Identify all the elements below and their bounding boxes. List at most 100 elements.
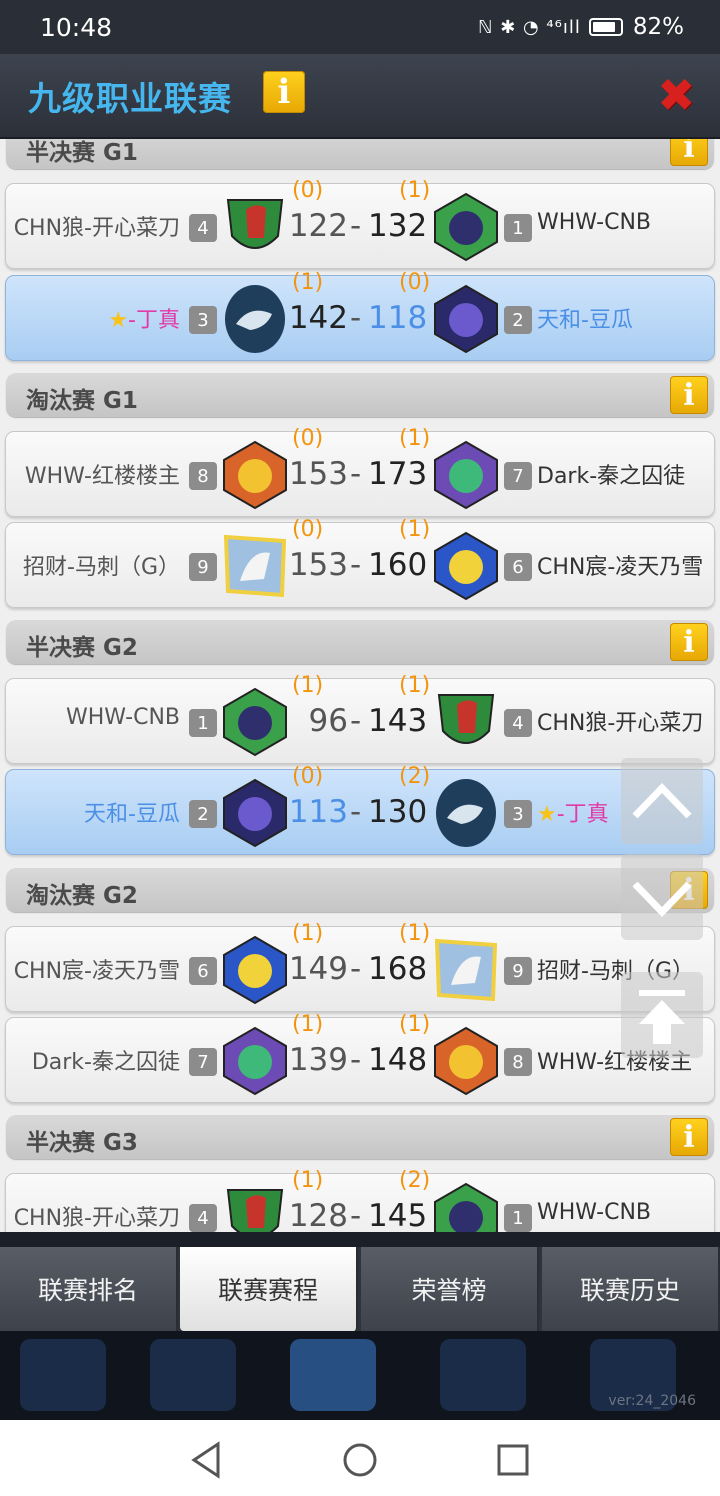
back-icon[interactable] [186,1440,226,1480]
status-bar: 10:48 ℕ ✱ ◔ ⁴⁶ıll 82% [0,0,720,54]
away-team-name: 天和-豆瓜 [537,302,633,334]
game-background: ver:24_2046 [0,1331,720,1420]
section-header: 半决赛 G1 i [6,139,714,169]
match-row[interactable]: ★-丁真 3 (1) (0) 142 - 118 2 天和-豆瓜 [5,270,715,361]
clock: 10:48 [40,13,113,42]
match-row[interactable]: WHW-CNB 1 (1) (1) 96 - 143 4 CHN狼-开心菜刀 [5,673,715,764]
battery-percent: 82% [632,14,684,40]
away-team-label: WHW-CNB [537,210,652,235]
home-icon[interactable] [340,1440,380,1480]
home-seed-badge: 4 [189,214,217,242]
star-icon: ★ [537,802,557,827]
away-score: 130 [368,794,428,830]
home-seed-badge: 7 [189,1048,217,1076]
home-team-name: Dark-秦之囚徒 [32,1044,180,1076]
home-series-wins: (1) [292,1012,324,1037]
unicorn-square-icon [220,531,290,601]
boar-icon [431,1182,501,1232]
tab-bar: 联赛排名 联赛赛程 荣誉榜 联赛历史 [0,1247,720,1337]
tab-league-ranking[interactable]: 联赛排名 [0,1247,178,1331]
recents-icon[interactable] [493,1440,533,1480]
section-title: 淘汰赛 G1 [26,388,138,414]
home-team-name: 天和-豆瓜 [84,796,180,828]
home-score: 153 [288,456,348,492]
away-score: 132 [368,208,428,244]
away-series-wins: (0) [399,270,431,295]
home-seed-badge: 9 [189,553,217,581]
score-separator: - [350,794,362,830]
away-series-wins: (1) [399,178,431,203]
home-team-label: 天和-豆瓜 [84,802,180,827]
match-row[interactable]: WHW-红楼楼主 8 (0) (1) 153 - 173 7 Dark-秦之囚徒 [5,426,715,517]
section-header: 淘汰赛 G1 i [6,373,714,417]
home-team-label: WHW-红楼楼主 [24,464,180,489]
match-row[interactable]: 招财-马刺（G） 9 (0) (1) 153 - 160 6 CHN宸-凌天乃雪 [5,517,715,608]
score-separator: - [350,1198,362,1232]
section-info-button[interactable]: i [670,139,708,166]
home-team-label: Dark-秦之囚徒 [31,1050,180,1075]
match-row[interactable]: CHN狼-开心菜刀 4 (0) (1) 122 - 132 1 WHW-CNB [5,178,715,269]
bg-icon [150,1339,236,1411]
away-score: 173 [368,456,428,492]
home-team-name: 招财-马刺（G） [23,549,180,581]
away-team-label: 天和-豆瓜 [537,308,633,333]
schedule-list[interactable]: 半决赛 G1 i CHN狼-开心菜刀 4 (0) (1) 122 - 132 1… [0,139,720,1232]
home-seed-badge: 1 [189,709,217,737]
tab-league-history[interactable]: 联赛历史 [542,1247,720,1331]
spartan-helmet-icon [220,1182,290,1232]
home-score: 149 [288,951,348,987]
home-series-wins: (1) [292,270,324,295]
section-header: 淘汰赛 G2 i [6,868,714,912]
version-label: ver:24_2046 [608,1393,696,1409]
away-score: 160 [368,547,428,583]
home-seed-badge: 4 [189,1204,217,1232]
away-series-wins: (1) [399,673,431,698]
match-row[interactable]: CHN狼-开心菜刀 4 (1) (2) 128 - 145 1 WHW-CNB [5,1168,715,1232]
section-info-button[interactable]: i [670,1118,708,1156]
away-team-name: CHN宸-凌天乃雪 [537,549,703,581]
scroll-up-button[interactable] [621,758,703,844]
match-row[interactable]: 天和-豆瓜 2 (0) (2) 113 - 130 3 ★-丁真 [5,764,715,855]
home-team-name: CHN狼-开心菜刀 [14,1200,180,1232]
home-series-wins: (0) [292,178,324,203]
match-row[interactable]: Dark-秦之囚徒 7 (1) (1) 139 - 148 8 WHW-红楼楼主 [5,1012,715,1103]
scroll-down-button[interactable] [621,854,703,940]
away-seed-badge: 4 [504,709,532,737]
away-series-wins: (1) [399,426,431,451]
home-score: 153 [288,547,348,583]
score-separator: - [350,1042,362,1078]
tab-league-schedule[interactable]: 联赛赛程 [180,1247,358,1331]
section-title: 半决赛 G1 [26,140,138,166]
home-series-wins: (1) [292,673,324,698]
home-score: 113 [288,794,348,830]
section-info-button[interactable]: i [670,376,708,414]
section-info-button[interactable]: i [670,623,708,661]
home-series-wins: (0) [292,517,324,542]
away-series-wins: (1) [399,1012,431,1037]
star-icon: ★ [108,308,129,333]
home-series-wins: (0) [292,426,324,451]
unicorn-square-icon [431,935,501,1005]
unicorn-blue-icon [220,935,290,1005]
scroll-top-button[interactable] [621,972,703,1058]
away-seed-badge: 2 [504,306,532,334]
spartan-helmet-icon [220,192,290,262]
away-score: 148 [368,1042,428,1078]
unicorn-purple-icon [431,440,501,510]
tab-honor-roll[interactable]: 荣誉榜 [361,1247,539,1331]
tiger-icon [220,440,290,510]
away-seed-badge: 8 [504,1048,532,1076]
away-series-wins: (2) [399,1168,431,1193]
away-seed-badge: 3 [504,800,532,828]
away-series-wins: (1) [399,921,431,946]
home-team-name: WHW-CNB [66,705,180,730]
match-row[interactable]: CHN宸-凌天乃雪 6 (1) (1) 149 - 168 9 招财-马刺（G） [5,921,715,1012]
score-separator: - [350,951,362,987]
info-button[interactable]: i [263,71,305,113]
home-score: 96 [308,703,348,739]
close-button[interactable]: ✖ [657,72,696,118]
away-team-label: Dark-秦之囚徒 [537,464,686,489]
home-score: 122 [288,208,348,244]
section-title: 半决赛 G2 [26,635,138,661]
section-title: 淘汰赛 G2 [26,883,138,909]
